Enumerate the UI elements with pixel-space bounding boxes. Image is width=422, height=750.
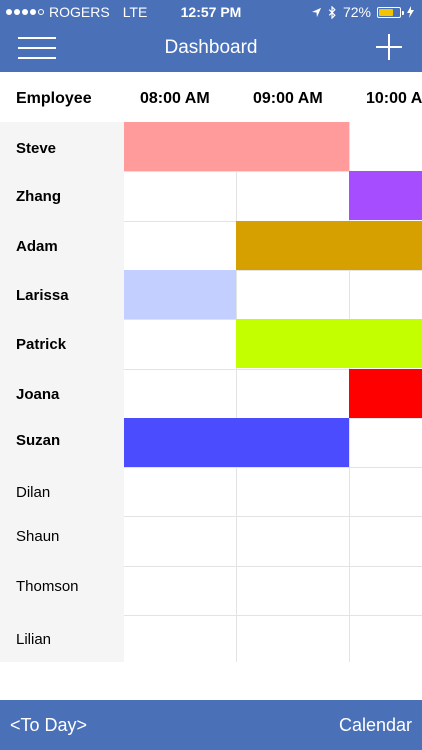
employee-column-header: Employee bbox=[16, 90, 92, 107]
charging-bolt-icon bbox=[407, 6, 414, 18]
employee-name[interactable]: Shaun bbox=[16, 528, 59, 545]
grid-row-divider bbox=[124, 516, 422, 517]
employee-name[interactable]: Steve bbox=[16, 140, 56, 157]
employee-name[interactable]: Larissa bbox=[16, 287, 69, 304]
shift-block-adam[interactable] bbox=[236, 221, 422, 270]
employee-name[interactable]: Zhang bbox=[16, 188, 61, 205]
battery-fill bbox=[379, 8, 394, 16]
employee-name[interactable]: Lilian bbox=[16, 631, 51, 648]
shift-block-suzan[interactable] bbox=[124, 418, 349, 467]
bottom-bar: <To Day> Calendar bbox=[0, 700, 422, 750]
employee-name[interactable]: Suzan bbox=[16, 432, 60, 449]
bluetooth-icon bbox=[328, 5, 336, 19]
nav-bar: Dashboard bbox=[0, 24, 422, 72]
battery-icon bbox=[377, 6, 404, 18]
shift-block-steve[interactable] bbox=[124, 122, 349, 171]
calendar-button[interactable]: Calendar bbox=[339, 715, 412, 736]
grid-column-divider bbox=[236, 122, 237, 662]
time-slot-header: 09:00 AM bbox=[253, 90, 323, 107]
today-button[interactable]: <To Day> bbox=[10, 715, 87, 736]
shift-block-patrick[interactable] bbox=[236, 319, 422, 368]
shift-block-larissa[interactable] bbox=[124, 270, 236, 319]
grid-row-divider bbox=[124, 615, 422, 616]
grid-row-divider bbox=[124, 566, 422, 567]
battery-percent: 72% bbox=[342, 4, 371, 20]
shift-grid[interactable] bbox=[124, 122, 422, 662]
shift-block-zhang[interactable] bbox=[349, 171, 422, 220]
time-slot-header: 08:00 AM bbox=[140, 90, 210, 107]
schedule-header-row: Employee 08:00 AM 09:00 AM 10:00 AM bbox=[0, 72, 422, 122]
shift-block-joana[interactable] bbox=[349, 369, 422, 418]
location-arrow-icon bbox=[311, 7, 322, 17]
employee-name[interactable]: Adam bbox=[16, 238, 58, 255]
employee-name[interactable]: Patrick bbox=[16, 336, 66, 353]
schedule-grid: Employee 08:00 AM 09:00 AM 10:00 AM Steve Z… bbox=[0, 72, 422, 662]
employee-name[interactable]: Dilan bbox=[16, 484, 50, 501]
time-slot-header: 10:00 AM bbox=[366, 90, 422, 107]
employee-name-column: Steve Zhang Adam Larissa Patrick Joana Suzan Di… bbox=[0, 122, 124, 662]
grid-row-divider bbox=[124, 467, 422, 468]
page-title: Dashboard bbox=[164, 37, 258, 58]
status-bar: ROGERS LTE 12:57 PM 72% bbox=[0, 0, 422, 24]
add-button[interactable] bbox=[376, 34, 402, 60]
employee-name[interactable]: Thomson bbox=[16, 578, 79, 595]
status-right: 72% bbox=[311, 4, 414, 20]
employee-name[interactable]: Joana bbox=[16, 386, 59, 403]
